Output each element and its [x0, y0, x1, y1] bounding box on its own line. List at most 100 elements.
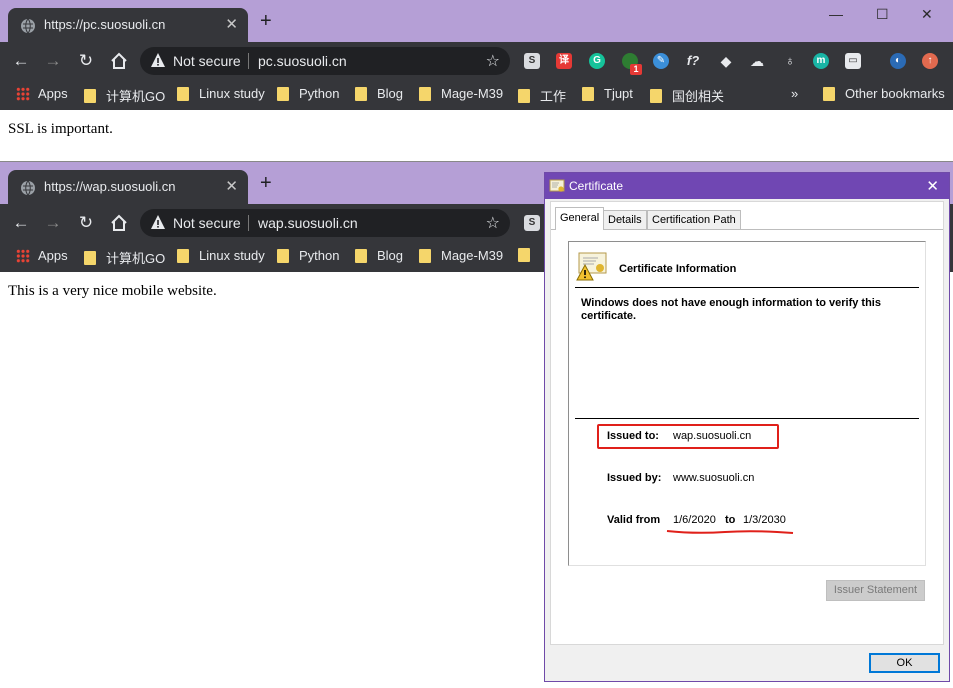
certificate-icon: [549, 179, 565, 192]
certificate-info-panel: Certificate Information Windows does not…: [568, 241, 926, 566]
dialog-title: Certificate: [569, 179, 624, 193]
bookmark-item[interactable]: Mage-M39: [419, 248, 503, 263]
issued-to-value: wap.suosuoli.cn: [673, 430, 752, 442]
bookmark-item[interactable]: Python: [277, 86, 339, 101]
security-status: Not secure: [173, 53, 241, 69]
warning-icon: [151, 53, 165, 67]
url-text[interactable]: pc.suosuoli.cn: [258, 53, 347, 69]
home-icon[interactable]: [108, 50, 130, 72]
pen-ext-icon[interactable]: ✎: [653, 53, 669, 69]
globe-icon: [21, 18, 35, 34]
function-ext-icon[interactable]: f?: [685, 53, 701, 69]
notification-badge: 1: [630, 64, 642, 75]
address-bar[interactable]: Not secure wap.suosuoli.cn ☆: [140, 209, 510, 237]
bookmarks-overflow[interactable]: »: [791, 86, 798, 101]
cube-ext-icon[interactable]: ◆: [718, 53, 734, 69]
bookmark-item[interactable]: Mage-M39: [419, 86, 503, 101]
new-tab-button[interactable]: +: [260, 11, 272, 31]
valid-to-value: 1/3/2030: [743, 514, 786, 526]
bookmark-star-icon[interactable]: ☆: [486, 51, 500, 71]
update-icon[interactable]: ↑: [922, 53, 938, 69]
underline-annotation: [666, 530, 794, 534]
page-content: SSL is important.: [8, 121, 113, 137]
url-text[interactable]: wap.suosuoli.cn: [258, 215, 358, 231]
address-bar[interactable]: Not secure pc.suosuoli.cn ☆: [140, 47, 510, 75]
bookmark-apps[interactable]: Apps: [16, 86, 68, 101]
tab-underline: [551, 229, 943, 230]
bookmarks-bar: Apps 计算机GO Linux study Python Blog Mage-…: [0, 80, 953, 110]
tab-title: https://pc.suosuoli.cn: [44, 17, 166, 32]
toolbar: ← → ↻ Not secure pc.suosuoli.cn ☆ S 译 G …: [0, 42, 953, 80]
bookmark-item[interactable]: 计算机GO: [84, 86, 165, 105]
folder-icon: [823, 86, 835, 101]
issued-by-label: Issued by:: [607, 472, 662, 484]
reload-icon[interactable]: ↻: [75, 50, 97, 72]
folder-icon: [355, 86, 367, 101]
globe-icon: [21, 180, 35, 196]
m-ext-icon[interactable]: m: [813, 53, 829, 69]
tab-details[interactable]: Details: [603, 210, 647, 229]
folder-icon: [277, 248, 289, 263]
tab-general[interactable]: General: [555, 207, 605, 230]
s-ext-icon[interactable]: S: [524, 215, 540, 231]
close-tab-icon[interactable]: ✕: [225, 177, 238, 195]
tab-wap[interactable]: https://wap.suosuoli.cn ✕: [8, 170, 248, 204]
folder-icon: [518, 88, 530, 103]
valid-from-value: 1/6/2020: [673, 514, 716, 526]
bookmark-item[interactable]: 计算机GO: [84, 248, 165, 267]
grammarly-ext-icon[interactable]: G: [589, 53, 605, 69]
cloud-ext-icon[interactable]: ☁: [749, 53, 765, 69]
lamp-ext-icon[interactable]: ♁: [782, 53, 798, 69]
close-dialog-icon[interactable]: ✕: [926, 177, 939, 195]
warning-icon: [151, 215, 165, 229]
browser-window-pc: https://pc.suosuoli.cn ✕ + — ☐ ✕ ← → ↻ N…: [0, 0, 953, 160]
bookmark-star-icon[interactable]: ☆: [486, 213, 500, 233]
valid-from-label: Valid from: [607, 514, 661, 526]
new-tab-button[interactable]: +: [260, 173, 272, 193]
issued-by-value: www.suosuoli.cn: [673, 472, 755, 484]
certificate-dialog: Certificate ✕ General Details Certificat…: [544, 172, 950, 682]
folder-icon: [582, 86, 594, 101]
issuer-statement-button[interactable]: Issuer Statement: [826, 580, 925, 601]
bookmark-apps[interactable]: Apps: [16, 248, 68, 263]
tab-certification-path[interactable]: Certification Path: [647, 210, 741, 229]
bookmark-item[interactable]: Tjupt: [582, 86, 633, 101]
folder-icon: [355, 248, 367, 263]
folder-icon: [419, 248, 431, 263]
s-ext-icon[interactable]: S: [524, 53, 540, 69]
reload-icon[interactable]: ↻: [75, 212, 97, 234]
verification-warning: Windows does not have enough information…: [581, 297, 881, 322]
folder-icon: [177, 248, 189, 263]
bookmark-item[interactable]: Python: [277, 248, 339, 263]
ok-button[interactable]: OK: [869, 653, 940, 673]
folder-icon: [419, 86, 431, 101]
folder-icon: [650, 88, 662, 103]
back-icon[interactable]: ←: [10, 50, 32, 72]
back-icon[interactable]: ←: [10, 212, 32, 234]
bookmark-item[interactable]: 工作: [518, 86, 566, 105]
bookmark-item[interactable]: [518, 248, 540, 262]
bookmark-item[interactable]: Linux study: [177, 248, 265, 263]
close-tab-icon[interactable]: ✕: [225, 15, 238, 33]
other-bookmarks[interactable]: Other bookmarks: [823, 86, 945, 101]
forward-icon[interactable]: →: [42, 212, 64, 234]
security-status: Not secure: [173, 215, 241, 231]
tab-pc[interactable]: https://pc.suosuoli.cn ✕: [8, 8, 248, 42]
certificate-warning-icon: [576, 252, 607, 281]
forward-icon[interactable]: →: [42, 50, 64, 72]
translate-ext-icon[interactable]: 译: [556, 53, 572, 69]
folder-icon: [177, 86, 189, 101]
maximize-button[interactable]: ☐: [876, 6, 889, 23]
media-ext-icon[interactable]: ▭: [845, 53, 861, 69]
close-window-button[interactable]: ✕: [921, 6, 933, 23]
bookmark-item[interactable]: Blog: [355, 86, 403, 101]
profile-icon[interactable]: ◐: [890, 53, 906, 69]
minimize-button[interactable]: —: [829, 6, 843, 22]
tab-strip: https://pc.suosuoli.cn ✕ + — ☐ ✕: [0, 0, 953, 42]
certificate-info-title: Certificate Information: [619, 263, 737, 275]
bookmark-item[interactable]: 国创相关: [650, 86, 724, 105]
bookmark-item[interactable]: Linux study: [177, 86, 265, 101]
home-icon[interactable]: [108, 212, 130, 234]
folder-icon: [277, 86, 289, 101]
bookmark-item[interactable]: Blog: [355, 248, 403, 263]
